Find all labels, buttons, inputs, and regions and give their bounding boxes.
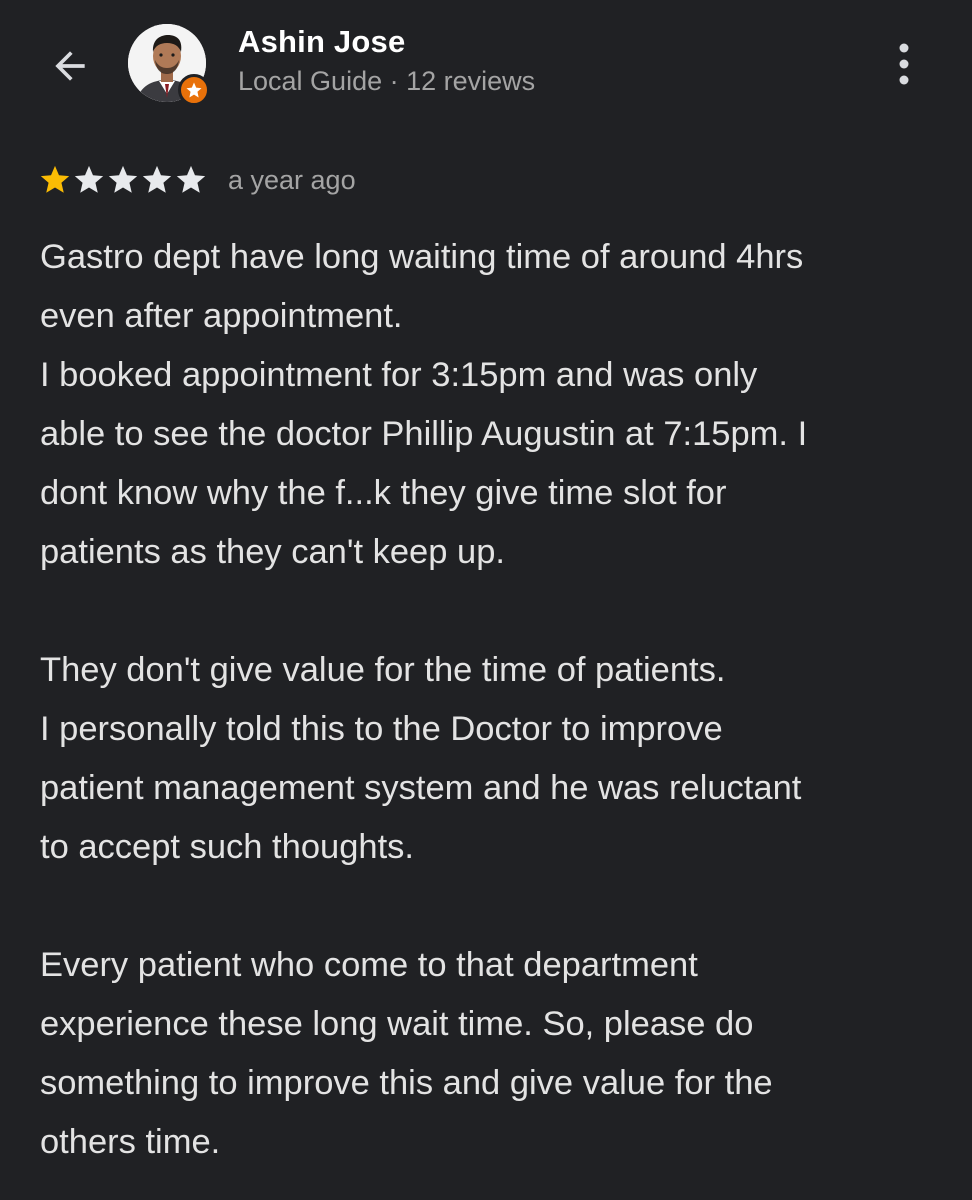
rating-row: a year ago [38, 160, 356, 200]
star-empty-icon [176, 165, 206, 193]
arrow-back-icon [55, 51, 85, 81]
review-time: a year ago [228, 164, 356, 195]
star-empty-icon [74, 165, 104, 193]
back-button[interactable] [38, 34, 102, 98]
more-options-button[interactable] [880, 38, 928, 90]
review-header: Ashin Jose Local Guide · 12 reviews [0, 0, 972, 140]
reviewer-meta: Local Guide · 12 reviews [238, 66, 536, 96]
star-empty-icon [142, 165, 172, 193]
star-filled-icon [40, 165, 70, 193]
star-rating [38, 163, 208, 197]
avatar[interactable] [128, 24, 210, 106]
more-vertical-icon [899, 43, 909, 85]
reviewer-name[interactable]: Ashin Jose [238, 24, 405, 60]
local-guide-badge-icon [178, 74, 210, 106]
star-empty-icon [108, 165, 138, 193]
review-text: Gastro dept have long waiting time of ar… [40, 238, 808, 1161]
